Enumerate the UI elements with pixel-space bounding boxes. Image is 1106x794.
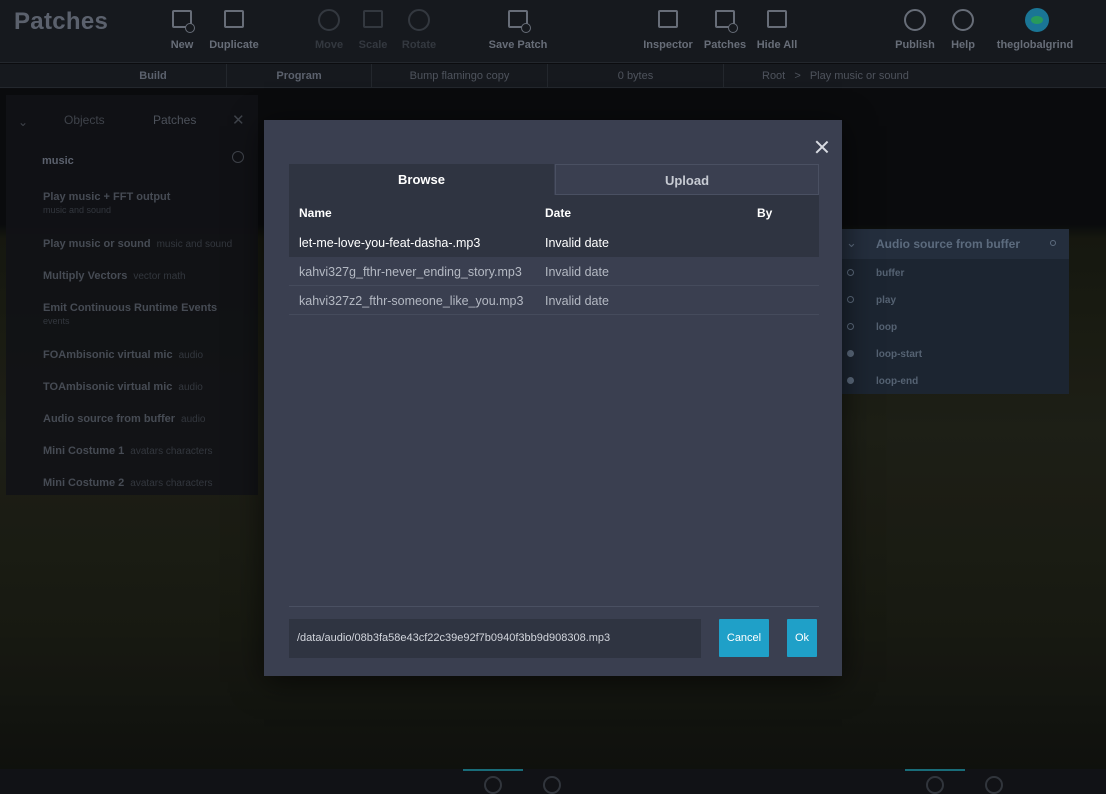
dialog-divider xyxy=(289,606,819,607)
table-row[interactable]: let-me-love-you-feat-dasha-.mp3 Invalid … xyxy=(289,228,819,257)
tab-upload[interactable]: Upload xyxy=(555,164,819,195)
column-header-by[interactable]: By xyxy=(757,206,772,220)
column-header-date[interactable]: Date xyxy=(545,206,571,220)
file-date: Invalid date xyxy=(545,236,609,250)
file-date: Invalid date xyxy=(545,294,609,308)
table-row[interactable]: kahvi327g_fthr-never_ending_story.mp3 In… xyxy=(289,257,819,286)
file-table: Name Date By let-me-love-you-feat-dasha-… xyxy=(289,195,819,315)
file-path-input[interactable]: /data/audio/08b3fa58e43cf22c39e92f7b0940… xyxy=(289,619,701,658)
cancel-button[interactable]: Cancel xyxy=(719,619,769,657)
file-name: kahvi327z2_fthr-someone_like_you.mp3 xyxy=(299,294,524,308)
table-header: Name Date By xyxy=(289,195,819,228)
file-date: Invalid date xyxy=(545,265,609,279)
dialog-tabs: Browse Upload xyxy=(289,164,819,195)
file-name: kahvi327g_fthr-never_ending_story.mp3 xyxy=(299,265,522,279)
column-header-name[interactable]: Name xyxy=(299,206,332,220)
table-row[interactable]: kahvi327z2_fthr-someone_like_you.mp3 Inv… xyxy=(289,286,819,315)
ok-button[interactable]: Ok xyxy=(787,619,817,657)
file-name: let-me-love-you-feat-dasha-.mp3 xyxy=(299,236,481,250)
close-icon[interactable] xyxy=(815,140,829,154)
tab-browse[interactable]: Browse xyxy=(289,164,554,195)
audio-file-dialog: Browse Upload Name Date By let-me-love-y… xyxy=(264,120,842,676)
